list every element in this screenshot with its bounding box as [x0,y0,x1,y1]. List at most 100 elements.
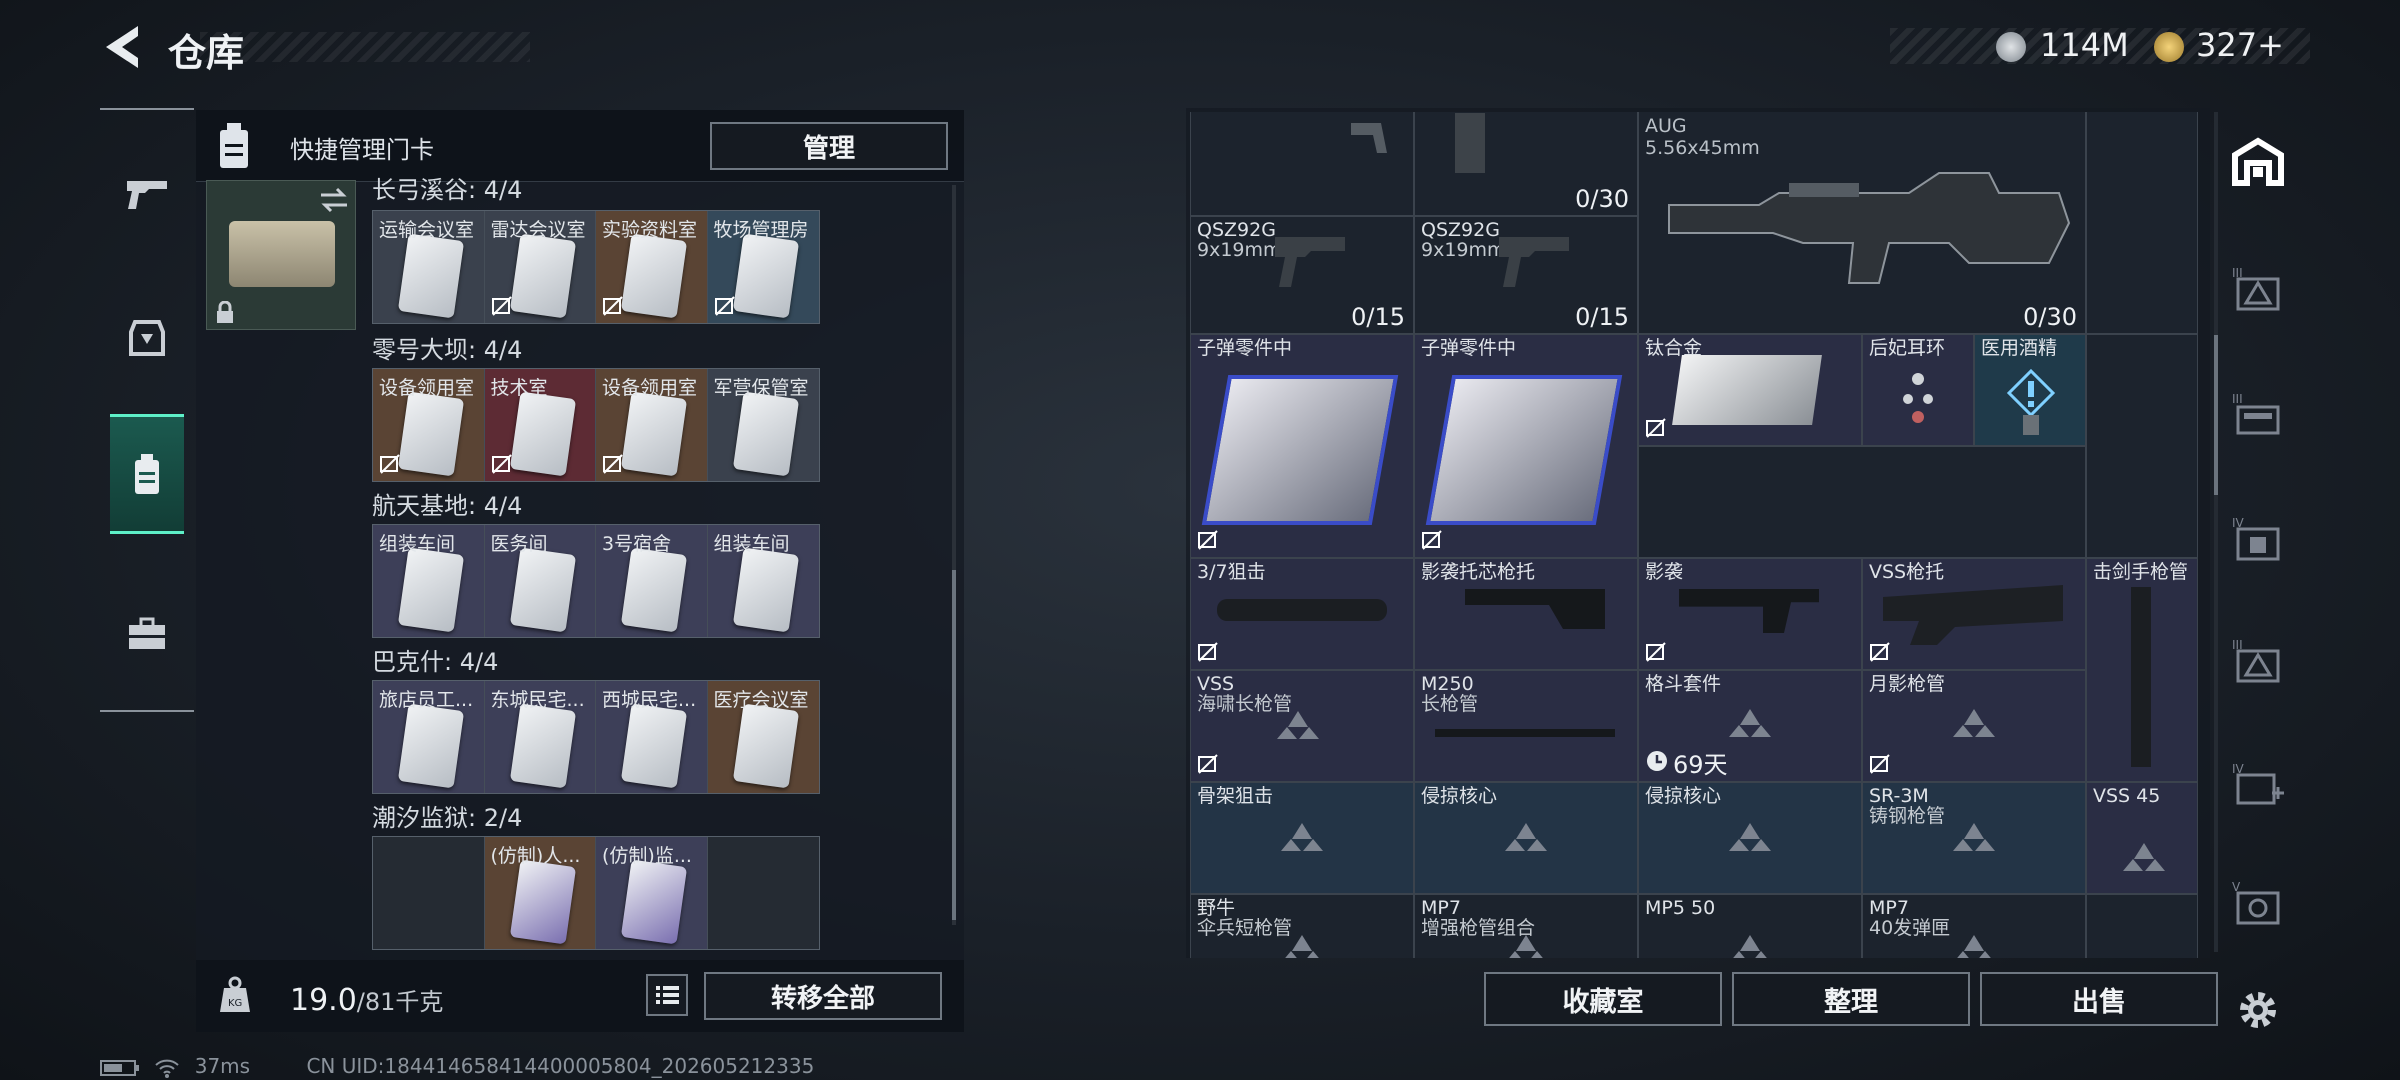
inventory-item[interactable]: VSS 45 [2086,782,2198,894]
keycard-slot[interactable]: 设备领用室 [596,369,708,481]
transfer-all-button[interactable]: 转移全部 [704,972,942,1020]
tab-container-iii-gun[interactable]: III [2224,364,2292,464]
inventory-slot-empty[interactable] [2086,894,2198,958]
tier-triangle-icon [1953,709,1995,737]
tab-container-v[interactable]: V [2224,852,2292,952]
inventory-item[interactable]: 后妃耳环 [1862,334,1974,446]
rifle-image [1668,172,2071,284]
inventory-item[interactable]: 侵掠核心 [1414,782,1638,894]
inventory-item[interactable]: SR-3M 铸钢枪管 [1862,782,2086,894]
keycard-slot[interactable]: 牧场管理房 [707,211,819,323]
handguard-image [2131,587,2151,767]
inventory-item-qsz92g[interactable]: QSZ92G 9x19mm 0/15 [1190,216,1414,334]
keycard-slot[interactable]: 运输会议室 [373,211,485,323]
nav-equipment[interactable] [110,278,184,398]
nav-weapons[interactable] [110,134,184,254]
inventory-item-qsz92g[interactable]: QSZ92G 9x19mm 0/15 [1414,216,1638,334]
nav-keycards[interactable] [110,414,184,534]
inventory-item[interactable]: MP7 40发弹匣 [1862,894,2086,958]
keycard-row: 旅店员工... 东城民宅... 西城民宅... 医疗会议室 [372,680,820,794]
inventory-item[interactable]: 医用酒精 [1974,334,2086,446]
keycard-slot[interactable]: 军营保管室 [707,369,819,481]
tab-container-iii[interactable]: III [2224,238,2292,338]
inventory-item[interactable]: MP5 50 [1638,894,1862,958]
collection-room-button[interactable]: 收藏室 [1484,972,1722,1026]
tab-container-iii-b[interactable]: III [2224,610,2292,710]
earring-image [1903,373,1933,423]
tier-triangle-icon [1957,935,1991,958]
tier-triangle-icon [1729,823,1771,851]
settings-button[interactable] [2224,980,2292,1040]
keycard-slot[interactable]: 组装车间 [707,525,819,637]
inventory-item[interactable]: 影袭 [1638,558,1862,670]
keycard-slot[interactable]: 医务间 [484,525,596,637]
keycard-slot[interactable]: 旅店员工... [373,681,485,793]
nav-toolbox[interactable] [110,574,184,694]
left-category-nav [100,108,194,712]
inventory-item[interactable]: 钛合金 [1638,334,1862,446]
keycard-case-icon [220,123,248,168]
keycard-label: (仿制)人... [490,845,581,867]
swap-icon[interactable] [317,187,351,213]
keycard-slot[interactable]: 东城民宅... [484,681,596,793]
keycard-image [397,233,465,319]
inventory-slot-empty[interactable] [1638,446,2086,558]
ammo-count: 0/30 [2023,303,2077,331]
inventory-item[interactable]: 野牛 伞兵短枪管 [1190,894,1414,958]
inventory-item[interactable]: 侵掠核心 [1638,782,1862,894]
inventory-item[interactable]: 3/7狙击 [1190,558,1414,670]
list-view-button[interactable] [646,974,688,1016]
inventory-item[interactable]: M250 长枪管 [1414,670,1638,782]
keycard-slot[interactable]: 雷达会议室 [484,211,596,323]
keycard-slot[interactable]: 设备领用室 [373,369,485,481]
no-trade-icon [491,296,512,316]
inventory-item[interactable]: VSS枪托 [1862,558,2086,670]
inventory-item-aug[interactable]: AUG 5.56x45mm 0/30 [1638,112,2086,334]
keycard-slot[interactable]: 3号宿舍 [596,525,708,637]
inventory-item[interactable]: 子弹零件中 [1414,334,1638,558]
tab-warehouse[interactable] [2224,112,2292,212]
tab-container-iv-medical[interactable]: IV [2224,734,2292,834]
item-subtitle: 40发弹匣 [1869,917,1951,939]
keycard-slot[interactable]: 组装车间 [373,525,485,637]
inventory-item[interactable]: MP7 增强枪管组合 [1414,894,1638,958]
keycard-slot-empty[interactable] [707,837,819,949]
keycard-slot[interactable]: (仿制)监... [596,837,708,949]
inventory-slot-empty[interactable] [2086,334,2198,558]
inventory-item[interactable] [1190,112,1414,216]
inventory-item[interactable]: VSS 海啸长枪管 [1190,670,1414,782]
manage-button[interactable]: 管理 [710,122,948,170]
tab-container-iv[interactable]: IV [2224,488,2292,588]
inventory-item[interactable]: 月影枪管 [1862,670,2086,782]
ammo-parts-box-image [1201,375,1399,525]
inventory-item[interactable]: 0/30 [1414,112,1638,216]
keycard-slot[interactable]: (仿制)人... [484,837,596,949]
item-name: 子弹零件中 [1421,337,1517,359]
inventory-item[interactable]: 骨架狙击 [1190,782,1414,894]
item-subtitle: 长枪管 [1421,693,1479,715]
organize-button[interactable]: 整理 [1732,972,1970,1026]
keycard-row: 组装车间 医务间 3号宿舍 组装车间 [372,524,820,638]
keycard-image [732,391,799,477]
keycard-scroll-thumb[interactable] [952,570,956,920]
inventory-item[interactable]: 击剑手枪管 [2086,558,2198,782]
ticket-amount: 327+ [2196,26,2284,64]
keycard-slot[interactable]: 医疗会议室 [707,681,819,793]
item-name: VSS 45 [2093,785,2161,807]
back-arrow-icon[interactable] [100,22,144,72]
sell-button[interactable]: 出售 [1980,972,2218,1026]
inventory-item[interactable]: 子弹零件中 [1190,334,1414,558]
keycard-slot-empty[interactable] [373,837,485,949]
inventory-slot-empty[interactable] [2086,112,2198,334]
keycard-slot[interactable]: 实验资料室 [596,211,708,323]
tier-triangle-icon [1281,823,1323,851]
keycard-case-slot[interactable] [206,180,356,330]
keycard-slot[interactable]: 西城民宅... [596,681,708,793]
inventory-item[interactable]: 影袭托芯枪托 [1414,558,1638,670]
section-title: 航天基地: 4/4 [372,492,523,520]
keycard-case-image [229,221,335,287]
inventory-item[interactable]: 格斗套件 69天 [1638,670,1862,782]
gear-icon [2240,992,2276,1028]
keycard-label: 军营保管室 [713,377,809,399]
keycard-slot[interactable]: 技术室 [484,369,596,481]
